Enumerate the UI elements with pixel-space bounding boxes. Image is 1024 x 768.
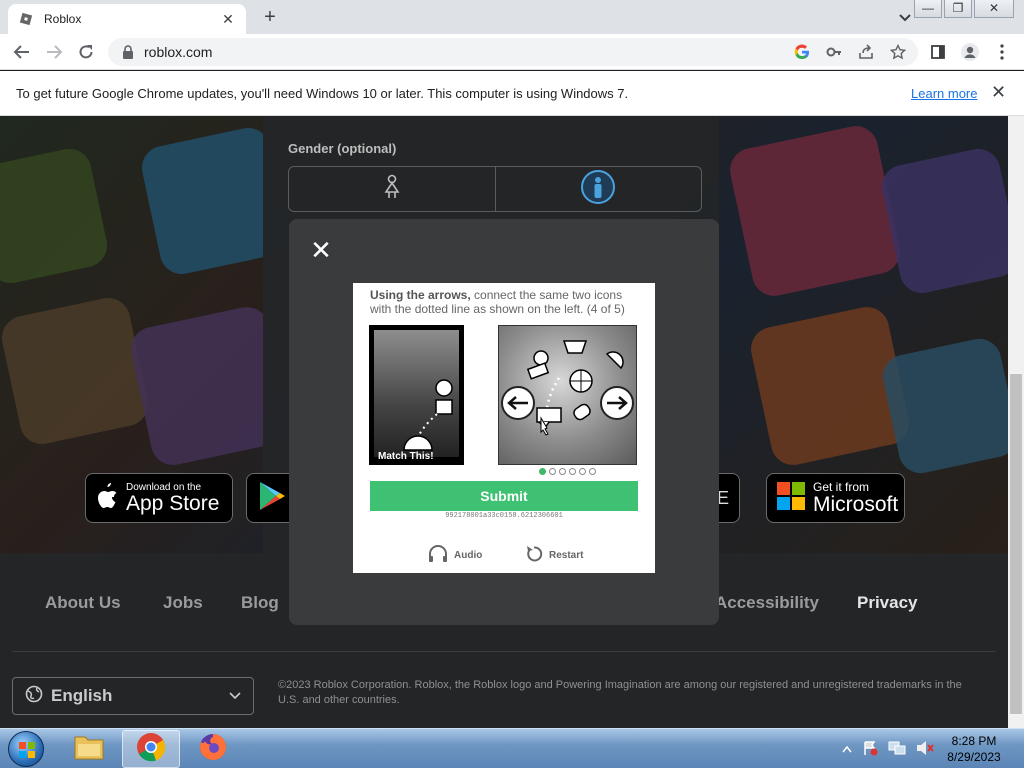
app-store-small-text: Download on the [126, 481, 202, 493]
url-text: roblox.com [144, 44, 213, 60]
match-this-image: Match This! [369, 325, 464, 465]
submit-button[interactable]: Submit [370, 481, 638, 511]
key-icon[interactable] [824, 42, 844, 62]
side-panel-icon[interactable] [928, 42, 948, 62]
restart-icon [525, 545, 543, 566]
match-this-label: Match This! [378, 451, 434, 462]
taskbar-chrome[interactable] [122, 730, 180, 768]
taskbar-firefox[interactable] [184, 730, 242, 768]
folder-icon [73, 733, 105, 766]
profile-avatar-icon[interactable] [960, 42, 980, 62]
globe-icon [25, 685, 43, 708]
start-button[interactable] [8, 731, 44, 767]
tab-title: Roblox [44, 12, 82, 26]
footer-divider [12, 651, 996, 652]
back-arrow-icon[interactable] [12, 42, 32, 62]
tab-close-icon[interactable]: ✕ [220, 11, 236, 28]
tab-roblox[interactable]: Roblox ✕ [8, 4, 246, 34]
share-icon[interactable] [856, 42, 876, 62]
firefox-icon [198, 732, 228, 767]
gender-label: Gender (optional) [288, 141, 397, 156]
progress-dot [539, 468, 546, 475]
new-tab-button[interactable]: + [258, 6, 282, 28]
captcha-instruction: Using the arrows, connect the same two i… [370, 288, 640, 316]
arrow-right-button[interactable] [600, 386, 634, 420]
match-this-scene [374, 330, 459, 457]
window-close-button[interactable]: ✕ [974, 0, 1014, 18]
minimize-button[interactable]: — [914, 0, 942, 18]
forward-arrow-icon[interactable] [44, 42, 64, 62]
gender-selector [288, 166, 702, 212]
captcha-instruction-bold: Using the arrows, [370, 288, 471, 302]
chrome-icon [136, 732, 166, 767]
infobar-message: To get future Google Chrome updates, you… [16, 86, 629, 101]
restart-button[interactable]: Restart [525, 545, 583, 566]
session-id-text: 992178001a33c0158.6212306601 [445, 512, 563, 520]
bookmark-star-icon[interactable] [888, 42, 908, 62]
gender-female-option[interactable] [289, 167, 495, 211]
clock-time: 8:28 PM [951, 734, 997, 748]
progress-dot [589, 468, 596, 475]
google-icon[interactable] [792, 42, 812, 62]
app-store-badge[interactable]: Download on the App Store [85, 473, 233, 523]
language-value: English [51, 686, 113, 705]
male-icon [580, 169, 616, 210]
footer-link-about[interactable]: About Us [45, 593, 121, 613]
restore-button[interactable]: ❐ [944, 0, 972, 18]
tab-strip: Roblox ✕ + — ❐ ✕ [0, 0, 1024, 34]
chevron-down-icon [229, 689, 241, 703]
lock-icon[interactable] [122, 45, 134, 59]
progress-dot [559, 468, 566, 475]
reload-icon[interactable] [76, 42, 96, 62]
footer-link-accessibility[interactable]: Accessibility [715, 593, 819, 613]
footer-link-blog[interactable]: Blog [241, 593, 279, 613]
progress-dot [569, 468, 576, 475]
google-play-icon [257, 480, 287, 517]
progress-dot [549, 468, 556, 475]
roblox-favicon-icon [18, 11, 34, 27]
page-scrollbar[interactable] [1008, 116, 1024, 728]
system-tray [842, 729, 934, 768]
footer-link-privacy[interactable]: Privacy [857, 593, 918, 613]
taskbar-clock[interactable]: 8:28 PM 8/29/2023 [942, 733, 1006, 765]
microsoft-small-text: Get it from [813, 480, 870, 494]
female-icon [383, 174, 401, 205]
puzzle-progress-dots [539, 468, 596, 475]
arrow-left-button[interactable] [501, 386, 535, 420]
captcha-challenge: Using the arrows, connect the same two i… [353, 283, 655, 573]
language-selector[interactable]: English [12, 677, 254, 715]
update-infobar: To get future Google Chrome updates, you… [0, 71, 1024, 116]
copyright-text: ©2023 Roblox Corporation. Roblox, the Ro… [278, 679, 962, 706]
restart-label: Restart [549, 550, 584, 561]
audio-label: Audio [454, 550, 483, 561]
scrollbar-thumb[interactable] [1010, 374, 1022, 714]
volume-muted-icon[interactable] [916, 740, 934, 759]
microsoft-icon [777, 481, 805, 515]
network-icon[interactable] [888, 740, 906, 759]
microsoft-store-badge[interactable]: Get it from Microsoft [766, 473, 905, 523]
menu-dots-icon[interactable] [992, 42, 1012, 62]
tray-chevron-icon[interactable] [842, 742, 852, 756]
microsoft-big-text: Microsoft [813, 493, 899, 516]
apple-icon [96, 482, 118, 514]
app-store-big-text: App Store [126, 491, 220, 515]
window-controls: — ❐ ✕ [914, 0, 1014, 18]
audio-button[interactable]: Audio [428, 545, 482, 566]
learn-more-link[interactable]: Learn more [911, 86, 977, 101]
clock-date: 8/29/2023 [947, 750, 1001, 764]
action-center-flag-icon[interactable] [862, 740, 878, 759]
progress-dot [579, 468, 586, 475]
gender-male-option[interactable] [494, 167, 702, 211]
windows-taskbar: 8:28 PM 8/29/2023 [0, 728, 1024, 768]
headphones-icon [428, 545, 448, 566]
infobar-close-icon[interactable]: ✕ [991, 82, 1006, 103]
footer-link-jobs[interactable]: Jobs [163, 593, 203, 613]
taskbar-explorer[interactable] [60, 730, 118, 768]
tab-search-chevron-icon[interactable] [896, 8, 914, 26]
modal-close-button[interactable]: ✕ [310, 237, 332, 263]
